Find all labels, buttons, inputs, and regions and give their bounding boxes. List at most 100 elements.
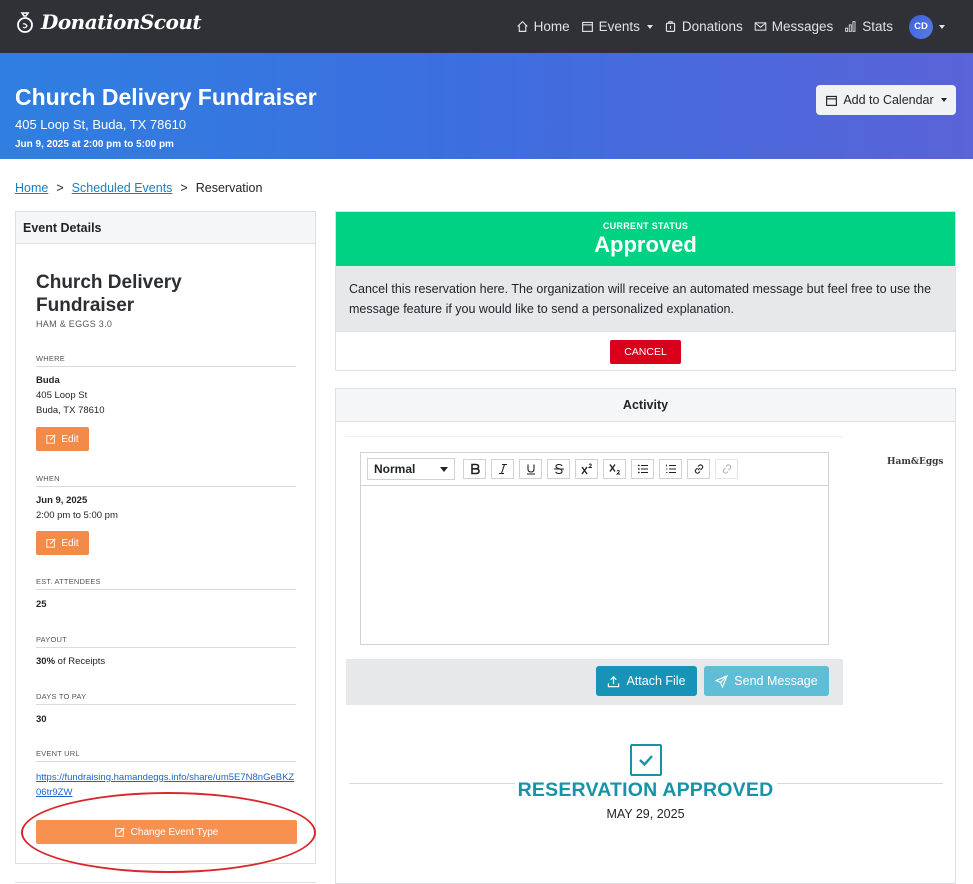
bullet-list-button[interactable] <box>631 459 654 479</box>
where-label: WHERE <box>36 354 296 367</box>
strikethrough-button[interactable] <box>547 459 570 479</box>
subscript-button[interactable] <box>603 459 626 479</box>
breadcrumb-separator: > <box>56 181 64 195</box>
message-composer: Normal Attach File Send Message <box>346 436 843 705</box>
nav-events[interactable]: Events <box>581 19 653 34</box>
change-event-type-button[interactable]: Change Event Type <box>36 820 297 844</box>
avatar: CD <box>909 14 933 39</box>
brand-name: DonationScout <box>41 10 202 34</box>
where-value: Buda 405 Loop St Buda, TX 78610 <box>36 373 105 418</box>
breadcrumb-separator: > <box>180 181 188 195</box>
numbered-list-icon <box>665 464 676 473</box>
upload-icon <box>608 675 620 687</box>
nav-home-label: Home <box>533 19 570 34</box>
nav-messages[interactable]: Messages <box>754 19 834 34</box>
edit-time-label: Edit <box>61 537 79 549</box>
status-value: Approved <box>594 232 697 257</box>
nav-donations[interactable]: Donations <box>664 19 743 34</box>
edit-location-label: Edit <box>61 433 79 445</box>
send-message-button[interactable]: Send Message <box>704 666 829 696</box>
message-editor[interactable] <box>360 485 829 645</box>
attendees-label: EST. ATTENDEES <box>36 577 296 590</box>
days-to-pay-value: 30 <box>36 712 47 727</box>
when-date: Jun 9, 2025 <box>36 495 88 506</box>
bold-button[interactable] <box>463 459 486 479</box>
hero-address: 405 Loop St, Buda, TX 78610 <box>15 117 187 132</box>
status-card: CURRENT STATUS Approved Cancel this rese… <box>335 211 956 371</box>
days-to-pay-number: 30 <box>36 714 47 725</box>
change-event-type-label: Change Event Type <box>130 826 219 838</box>
status-label: CURRENT STATUS <box>602 221 689 231</box>
event-hero: Church Delivery Fundraiser 405 Loop St, … <box>0 53 973 159</box>
status-message: Cancel this reservation here. The organi… <box>336 266 955 331</box>
edit-icon <box>46 434 56 444</box>
attach-file-button[interactable]: Attach File <box>596 666 697 696</box>
nav-home[interactable]: Home <box>516 19 570 34</box>
nav-links: Home Events Donations Messages Stats CD <box>516 0 973 53</box>
calendar-icon <box>581 21 593 32</box>
format-select[interactable]: Normal <box>367 458 455 480</box>
status-footer: CANCEL <box>336 331 955 371</box>
subscript-icon <box>608 464 620 475</box>
bullet-list-icon <box>637 464 648 474</box>
event-details-header: Event Details <box>16 212 315 244</box>
italic-button[interactable] <box>491 459 514 479</box>
attach-file-label: Attach File <box>626 674 686 688</box>
add-to-calendar-label: Add to Calendar <box>843 93 934 107</box>
when-time: 2:00 pm to 5:00 pm <box>36 510 118 521</box>
brand-logo[interactable]: DonationScout <box>15 10 202 34</box>
cancel-reservation-button[interactable]: CANCEL <box>610 339 681 364</box>
activity-card: Activity Normal Attach File Send Message… <box>335 388 956 884</box>
add-to-calendar-button[interactable]: Add to Calendar <box>816 85 956 115</box>
unlink-icon <box>722 464 731 474</box>
nav-events-label: Events <box>598 19 640 34</box>
bar-chart-icon <box>845 21 856 32</box>
nav-messages-label: Messages <box>771 19 834 34</box>
event-url-link[interactable]: https://fundraising.hamandeggs.info/shar… <box>36 770 298 800</box>
superscript-icon <box>580 463 592 475</box>
chevron-down-icon <box>440 466 448 472</box>
edit-icon <box>115 827 125 837</box>
strikethrough-icon <box>553 463 564 475</box>
superscript-button[interactable] <box>575 459 598 479</box>
where-citystate: Buda, TX 78610 <box>36 405 105 416</box>
breadcrumb-home[interactable]: Home <box>15 181 48 195</box>
numbered-list-button[interactable] <box>659 459 682 479</box>
home-icon <box>516 20 528 32</box>
attendees-number: 25 <box>36 599 47 610</box>
link-button[interactable] <box>687 459 710 479</box>
nav-stats-label: Stats <box>862 19 893 34</box>
user-menu[interactable]: CD <box>909 14 945 39</box>
days-to-pay-label: DAYS TO PAY <box>36 692 296 705</box>
when-value: Jun 9, 2025 2:00 pm to 5:00 pm <box>36 493 118 523</box>
where-city: Buda <box>36 375 60 386</box>
reservation-approved-date: MAY 29, 2025 <box>606 807 685 821</box>
divider <box>15 882 316 883</box>
donation-box-icon <box>665 21 676 32</box>
italic-icon <box>498 463 507 475</box>
composer-actions: Attach File Send Message <box>346 659 843 705</box>
nav-stats[interactable]: Stats <box>844 19 893 34</box>
event-name: Church Delivery Fundraiser <box>36 272 182 316</box>
check-square-icon <box>630 744 662 776</box>
activity-header: Activity <box>336 389 955 422</box>
attendees-value: 25 <box>36 597 47 612</box>
when-label: WHEN <box>36 474 296 487</box>
event-url-label: EVENT URL <box>36 749 296 762</box>
underline-button[interactable] <box>519 459 542 479</box>
envelope-icon <box>754 22 767 31</box>
reservation-approved-title: RESERVATION APPROVED <box>517 779 774 801</box>
unlink-button[interactable] <box>715 459 738 479</box>
payout-suffix: of Receipts <box>55 656 106 667</box>
money-bag-icon <box>17 12 33 33</box>
payout-value: 30% of Receipts <box>36 654 105 669</box>
hero-datetime: Jun 9, 2025 at 2:00 pm to 5:00 pm <box>15 139 174 150</box>
send-icon <box>715 674 729 688</box>
breadcrumb-current: Reservation <box>195 181 263 195</box>
page-title: Church Delivery Fundraiser <box>15 84 317 110</box>
edit-time-button[interactable]: Edit <box>36 531 89 555</box>
status-banner: CURRENT STATUS Approved <box>336 212 955 266</box>
edit-location-button[interactable]: Edit <box>36 427 89 451</box>
payout-percent: 30% <box>36 656 56 667</box>
breadcrumb-scheduled-events[interactable]: Scheduled Events <box>72 181 173 195</box>
